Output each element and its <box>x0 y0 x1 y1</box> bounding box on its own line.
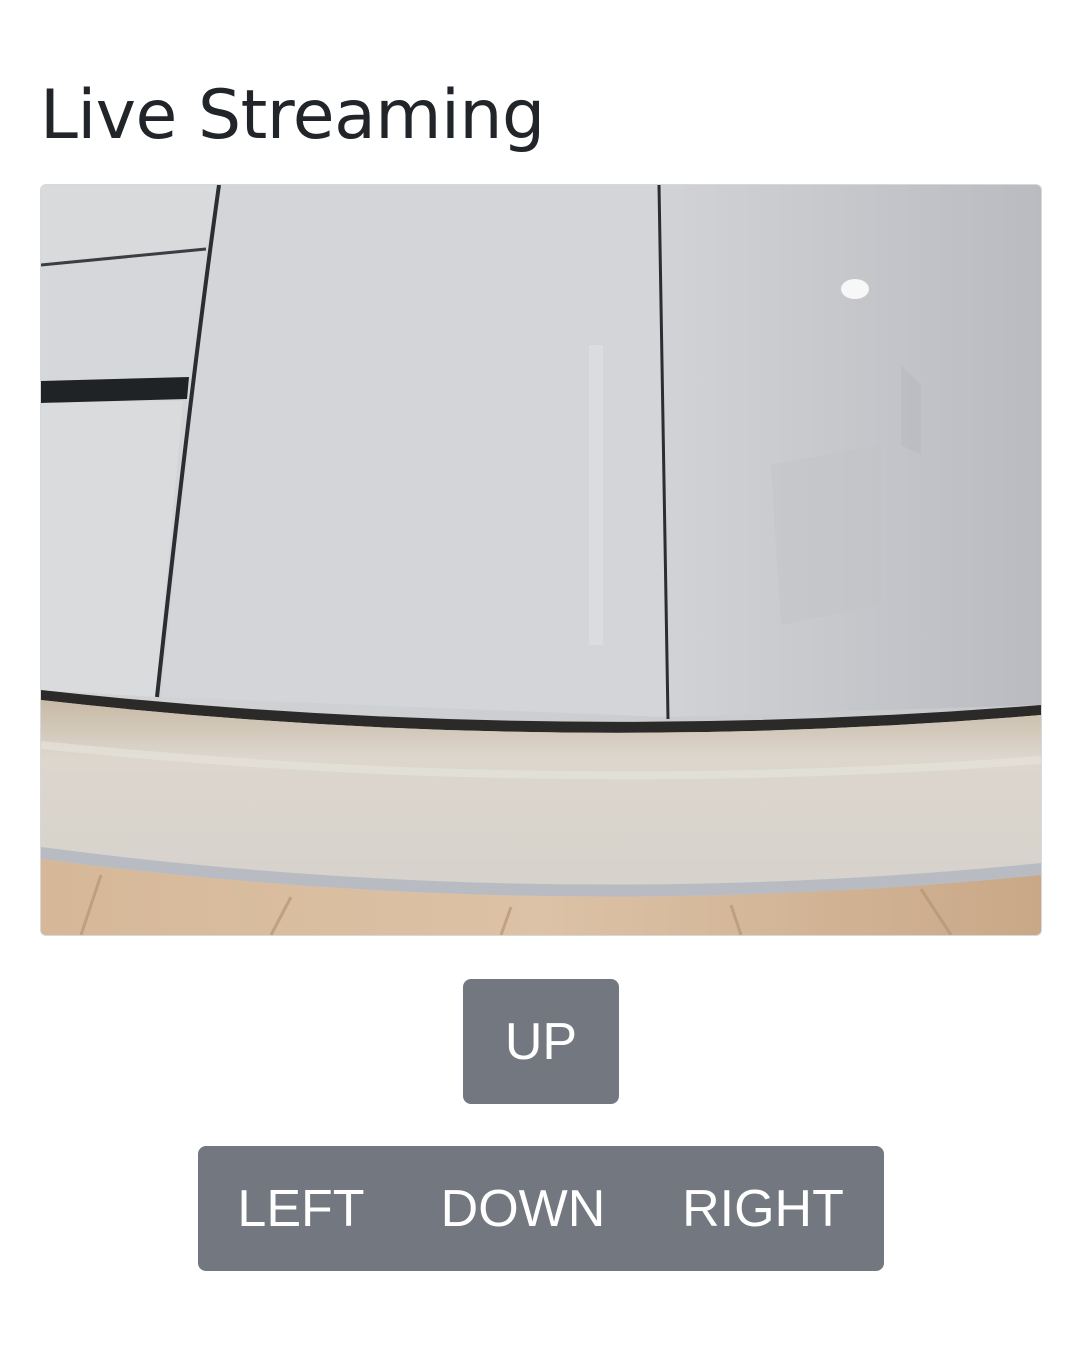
direction-button-group: LEFT DOWN RIGHT <box>198 1146 884 1271</box>
page-title: Live Streaming <box>40 76 545 155</box>
live-stream-video <box>40 184 1042 936</box>
camera-feed-image <box>41 185 1041 935</box>
up-button[interactable]: UP <box>463 979 619 1104</box>
right-button[interactable]: RIGHT <box>642 1146 884 1271</box>
down-button[interactable]: DOWN <box>404 1146 642 1271</box>
left-button[interactable]: LEFT <box>198 1146 404 1271</box>
